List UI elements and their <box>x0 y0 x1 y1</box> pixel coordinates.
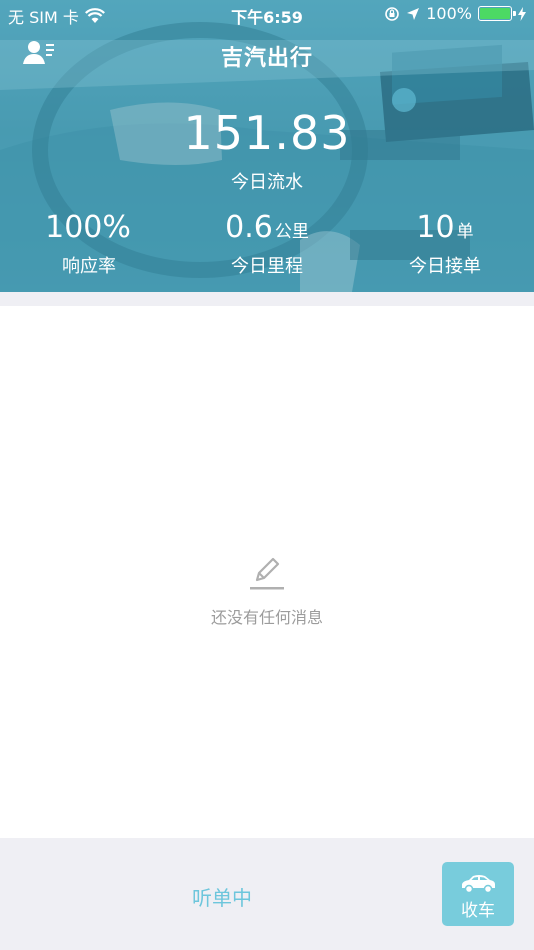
status-bar: 无 SIM 卡 下午6:59 100% <box>0 0 534 28</box>
stat-label: 今日接单 <box>409 256 481 277</box>
empty-message: 还没有任何消息 <box>210 608 323 627</box>
revenue-value: 151.83 <box>183 106 351 160</box>
stat-unit: 公里 <box>274 222 309 242</box>
bottom-bar: 听单中 收车 <box>0 838 534 950</box>
location-icon <box>407 7 420 20</box>
pencil-icon <box>250 557 284 590</box>
battery-percent: 100% <box>426 4 472 23</box>
battery-icon <box>478 6 516 21</box>
stat-value: 10 单 <box>356 208 534 252</box>
battery-nub <box>513 11 516 16</box>
page-title: 吉汽出行 <box>220 46 313 71</box>
nav-bar: 吉汽出行 <box>0 34 534 74</box>
empty-state: 还没有任何消息 <box>0 552 534 628</box>
stat-value: 100% <box>0 208 178 252</box>
collect-car-button[interactable]: 收车 <box>442 862 514 926</box>
listening-status: 听单中 <box>192 886 252 910</box>
stat-label: 响应率 <box>62 256 116 277</box>
stat-number: 100% <box>45 210 131 245</box>
revenue-label: 今日流水 <box>231 172 303 193</box>
stat-unit: 单 <box>456 222 474 242</box>
stat-response-rate: 100% 响应率 <box>0 208 178 278</box>
car-icon <box>462 875 495 894</box>
charging-icon <box>518 6 526 21</box>
stat-mileage: 0.6 公里 今日里程 <box>178 208 356 278</box>
stat-orders: 10 单 今日接单 <box>356 208 534 278</box>
status-right: 100% <box>384 4 526 23</box>
stat-number: 10 <box>416 210 455 245</box>
stat-number: 0.6 <box>225 210 273 245</box>
section-divider <box>0 292 534 306</box>
orientation-lock-icon <box>385 6 400 21</box>
collect-car-label: 收车 <box>461 901 495 921</box>
battery-fill <box>480 8 510 19</box>
stat-label: 今日里程 <box>231 256 303 277</box>
stat-value: 0.6 公里 <box>178 208 356 252</box>
hero-header: 无 SIM 卡 下午6:59 100% 吉汽出行 151.83 今日流水 100… <box>0 0 534 292</box>
